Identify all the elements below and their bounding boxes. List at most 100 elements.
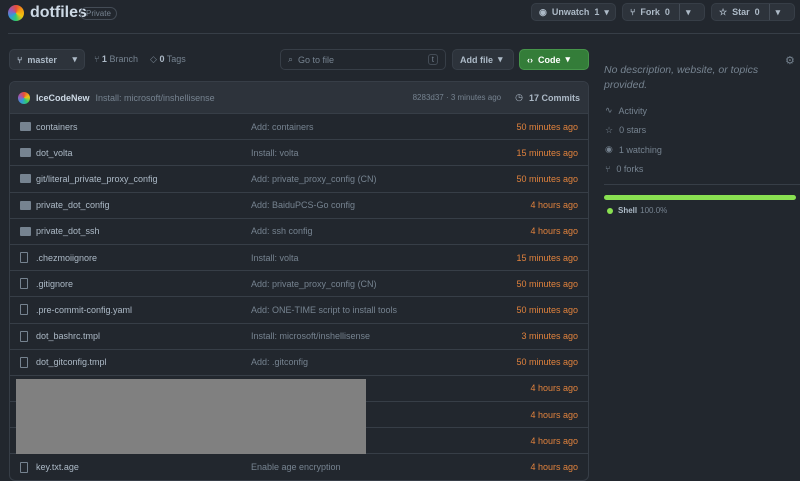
file-name[interactable]: containers xyxy=(36,122,78,132)
search-icon: ⌕ xyxy=(288,54,294,64)
commit-meta[interactable]: 8283d37 · 3 minutes ago xyxy=(413,93,502,102)
file-row[interactable]: dot_gitconfig.tmpl Add: .gitconfig 50 minu… xyxy=(10,350,588,376)
star-button[interactable]: ☆ Star 0 ▾ xyxy=(711,3,795,21)
file-row[interactable]: git/literal_private_proxy_config Add: pri… xyxy=(10,166,588,193)
divider xyxy=(8,33,800,34)
file-row[interactable]: dot_bashrc.tmpl Install: microsoft/inshel… xyxy=(10,324,588,350)
commit-message[interactable]: Add: .gitconfig xyxy=(251,357,308,367)
watching-link[interactable]: ◉ 1 watching xyxy=(605,144,662,155)
search-placeholder: Go to file xyxy=(298,54,335,65)
latest-commit-bar: IceCodeNew Install: microsoft/inshellise… xyxy=(10,82,588,114)
commits-link[interactable]: 17 Commits xyxy=(529,93,580,103)
file-icon xyxy=(20,356,28,368)
add-file-button[interactable]: Add file ▾ xyxy=(452,49,514,70)
commit-time: 50 minutes ago xyxy=(516,173,578,184)
go-to-file-input[interactable]: ⌕ Go to file t xyxy=(280,49,446,70)
tags-link[interactable]: ◇ 0 Tags xyxy=(150,54,186,65)
chevron-down-icon[interactable]: ▾ xyxy=(768,4,780,20)
file-row[interactable]: dot_volta Install: volta 15 minutes ago xyxy=(10,140,588,167)
commit-author[interactable]: IceCodeNew xyxy=(36,93,90,103)
folder-icon xyxy=(20,122,31,132)
file-row[interactable]: .pre-commit-config.yaml Add: ONE-TIME scr… xyxy=(10,297,588,324)
file-name[interactable]: key.txt.age xyxy=(36,462,79,472)
settings-gear-icon[interactable]: ⚙ xyxy=(785,54,795,67)
commit-message[interactable]: Add: private_proxy_config (CN) xyxy=(251,174,377,184)
add-file-label: Add file xyxy=(460,54,493,65)
file-name[interactable]: private_dot_config xyxy=(36,200,110,210)
language-shell[interactable]: Shell 100.0% xyxy=(607,206,667,215)
language-name: Shell xyxy=(618,206,638,215)
commit-message[interactable]: Add: private_proxy_config (CN) xyxy=(251,279,377,289)
tags-count: 0 xyxy=(159,54,165,64)
fork-count: 0 xyxy=(664,7,670,17)
file-name[interactable]: dot_volta xyxy=(36,148,73,158)
code-icon: ‹› xyxy=(527,54,533,65)
pulse-icon: ∿ xyxy=(605,105,613,115)
commit-message[interactable]: Install: microsoft/inshellisense xyxy=(96,93,215,103)
commit-time: 4 hours ago xyxy=(530,409,578,420)
folder-icon xyxy=(20,200,31,210)
activity-link[interactable]: ∿ Activity xyxy=(605,105,662,116)
file-row[interactable]: private_dot_config Add: BaiduPCS-Go confi… xyxy=(10,193,588,219)
commit-message[interactable]: Add: containers xyxy=(251,122,314,132)
author-avatar xyxy=(18,91,30,104)
fork-label: Fork xyxy=(640,7,660,17)
code-button[interactable]: ‹› Code ▾ xyxy=(519,49,589,70)
language-percent: 100.0% xyxy=(640,206,668,215)
file-row[interactable]: .gitignore Add: private_proxy_config (CN)… xyxy=(10,271,588,298)
commit-message[interactable]: Enable age encryption xyxy=(251,462,341,472)
chevron-down-icon: ▾ xyxy=(565,54,571,64)
commit-time: 4 hours ago xyxy=(530,462,578,473)
chevron-down-icon[interactable]: ▾ xyxy=(678,4,690,20)
repo-avatar xyxy=(8,5,24,21)
star-icon: ☆ xyxy=(605,124,614,135)
folder-icon xyxy=(20,174,31,184)
branch-icon: ⑂ xyxy=(17,54,23,65)
file-row[interactable]: private_dot_ssh Add: ssh config 4 hours ag… xyxy=(10,219,588,245)
fork-button[interactable]: ⑂ Fork 0 ▾ xyxy=(622,3,705,21)
chevron-down-icon: ▾ xyxy=(72,54,77,64)
divider xyxy=(604,184,800,185)
file-name[interactable]: .pre-commit-config.yaml xyxy=(36,305,132,315)
repo-name[interactable]: dotfiles xyxy=(30,4,87,22)
commit-message[interactable]: Add: ONE-TIME script to install tools xyxy=(251,305,397,315)
star-label: Star xyxy=(732,7,750,17)
commit-message[interactable]: Install: volta xyxy=(251,148,299,158)
file-row[interactable]: containers Add: containers 50 minutes ago xyxy=(10,114,588,141)
folder-icon xyxy=(20,226,31,236)
branch-selector[interactable]: ⑂ master ▾ xyxy=(9,49,85,70)
commit-time: 4 hours ago xyxy=(530,383,578,394)
file-icon xyxy=(20,304,28,316)
tag-icon: ◇ xyxy=(150,54,157,64)
visibility-badge: Private xyxy=(80,7,117,20)
commit-time: 50 minutes ago xyxy=(516,278,578,289)
branch-name: master xyxy=(27,54,57,65)
star-count: 0 xyxy=(754,7,760,17)
language-dot xyxy=(607,207,613,214)
file-icon xyxy=(20,252,28,264)
chevron-down-icon: ▾ xyxy=(604,6,609,17)
watch-count: 1 xyxy=(594,7,600,17)
forks-label: 0 forks xyxy=(616,163,644,174)
file-row[interactable]: .chezmoiignore Install: volta 15 minutes a… xyxy=(10,245,588,272)
commit-time: 3 minutes ago xyxy=(521,331,578,342)
branches-link[interactable]: ⑂ 1 Branch xyxy=(94,54,138,64)
redacted-area xyxy=(16,379,366,454)
commit-message[interactable]: Add: BaiduPCS-Go config xyxy=(251,200,355,210)
commit-message[interactable]: Install: volta xyxy=(251,253,299,263)
forks-link[interactable]: ⑂ 0 forks xyxy=(605,164,662,174)
unwatch-button[interactable]: ◉ Unwatch 1 ▾ xyxy=(531,3,616,21)
file-name[interactable]: git/literal_private_proxy_config xyxy=(36,174,158,184)
code-label: Code xyxy=(538,54,561,65)
file-name[interactable]: dot_bashrc.tmpl xyxy=(36,331,100,341)
file-name[interactable]: dot_gitconfig.tmpl xyxy=(36,357,107,367)
commit-message[interactable]: Install: microsoft/inshellisense xyxy=(251,331,370,341)
commit-time: 4 hours ago xyxy=(530,435,578,446)
file-name[interactable]: .gitignore xyxy=(36,279,73,289)
file-name[interactable]: private_dot_ssh xyxy=(36,226,100,236)
stars-link[interactable]: ☆ 0 stars xyxy=(605,125,662,136)
branches-label: Branch xyxy=(109,54,138,64)
file-name[interactable]: .chezmoiignore xyxy=(36,253,97,263)
eye-icon: ◉ xyxy=(605,144,613,154)
commit-message[interactable]: Add: ssh config xyxy=(251,226,313,236)
